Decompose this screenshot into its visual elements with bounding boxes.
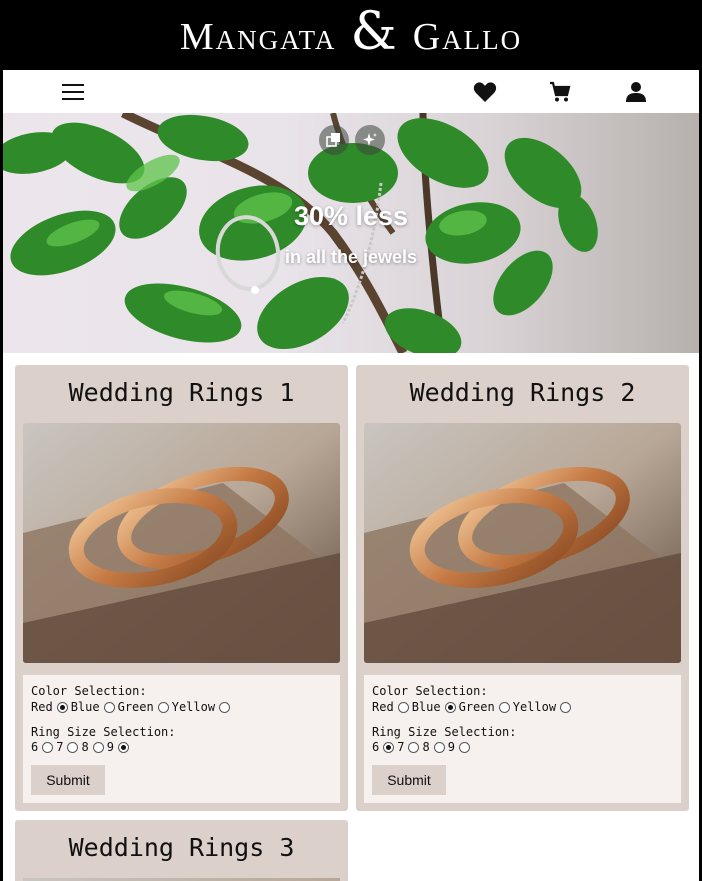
shopping-cart-icon[interactable] [547, 80, 573, 104]
ring-size-label: Ring Size Selection: [372, 725, 517, 739]
color-option-label: Green [458, 700, 495, 714]
size-radio-7[interactable] [67, 741, 79, 753]
size-option-label: 8 [81, 740, 89, 754]
color-option-label: Red [31, 700, 53, 714]
color-radio-red[interactable] [56, 701, 68, 713]
sparkle-icon[interactable] [355, 125, 385, 155]
product-options-form: Color Selection: Red Blue Green Yellow R… [364, 675, 681, 803]
brand-name-first: Mangata [179, 15, 337, 58]
color-radio-red[interactable] [397, 701, 409, 713]
hero-subtitle: in all the jewels [284, 247, 418, 267]
size-radio-8[interactable] [433, 741, 445, 753]
color-radio-yellow[interactable] [560, 701, 572, 713]
size-option-label: 9 [447, 740, 455, 754]
size-option-label: 6 [372, 740, 380, 754]
nav-bar [3, 70, 699, 113]
product-title: Wedding Rings 3 [68, 833, 295, 862]
hero-plant-image [3, 113, 598, 353]
color-selection-label: Color Selection: [31, 684, 147, 698]
ring-size-label: Ring Size Selection: [31, 725, 176, 739]
product-title: Wedding Rings 1 [68, 378, 295, 407]
product-options-form: Color Selection: Red Blue Green Yellow R… [23, 675, 340, 803]
color-option-label: Yellow [512, 700, 557, 714]
brand-name-second: Gallo [412, 15, 523, 58]
hero-title: 30% less [293, 201, 409, 231]
color-option-label: Green [117, 700, 154, 714]
size-options: 6 7 8 9 [31, 740, 132, 754]
size-option-label: 6 [31, 740, 39, 754]
product-card: Wedding Rings 1 Color Selection: Red Blu… [15, 365, 348, 811]
size-radio-8[interactable] [92, 741, 104, 753]
product-title: Wedding Rings 2 [409, 378, 636, 407]
submit-button[interactable]: Submit [31, 765, 105, 795]
product-image[interactable] [23, 423, 340, 663]
product-card: Wedding Rings 2 Color Selection: Red Blu… [356, 365, 689, 811]
color-option-label: Red [372, 700, 394, 714]
color-option-label: Yellow [171, 700, 216, 714]
size-radio-9[interactable] [458, 741, 470, 753]
size-radio-9[interactable] [117, 741, 129, 753]
hero-banner[interactable]: 30% less in all the jewels [3, 113, 699, 353]
color-radio-blue[interactable] [444, 701, 456, 713]
brand-ampersand: & [350, 1, 399, 62]
product-card: Wedding Rings 3 [15, 820, 348, 881]
color-option-label: Blue [70, 700, 100, 714]
color-options: Red Blue Green Yellow [372, 700, 574, 714]
visual-search-icon[interactable] [319, 125, 349, 155]
size-option-label: 7 [56, 740, 64, 754]
size-radio-6[interactable] [42, 741, 54, 753]
size-option-label: 7 [397, 740, 405, 754]
hamburger-menu-icon[interactable] [60, 80, 86, 104]
brand-logo[interactable]: Mangata & Gallo [179, 6, 523, 59]
size-option-label: 9 [106, 740, 114, 754]
user-icon[interactable] [623, 80, 649, 104]
heart-icon[interactable] [472, 80, 498, 104]
product-image[interactable] [364, 423, 681, 663]
submit-button[interactable]: Submit [372, 765, 446, 795]
color-selection-label: Color Selection: [372, 684, 488, 698]
brand-header: Mangata & Gallo [3, 0, 699, 70]
color-option-label: Blue [411, 700, 441, 714]
color-radio-green[interactable] [157, 701, 169, 713]
color-options: Red Blue Green Yellow [31, 700, 233, 714]
size-radio-6[interactable] [383, 741, 395, 753]
size-options: 6 7 8 9 [372, 740, 473, 754]
page: Mangata & Gallo 30% less in all the jewe… [3, 0, 699, 881]
color-radio-green[interactable] [498, 701, 510, 713]
size-option-label: 8 [422, 740, 430, 754]
color-radio-blue[interactable] [103, 701, 115, 713]
color-radio-yellow[interactable] [219, 701, 231, 713]
size-radio-7[interactable] [408, 741, 420, 753]
